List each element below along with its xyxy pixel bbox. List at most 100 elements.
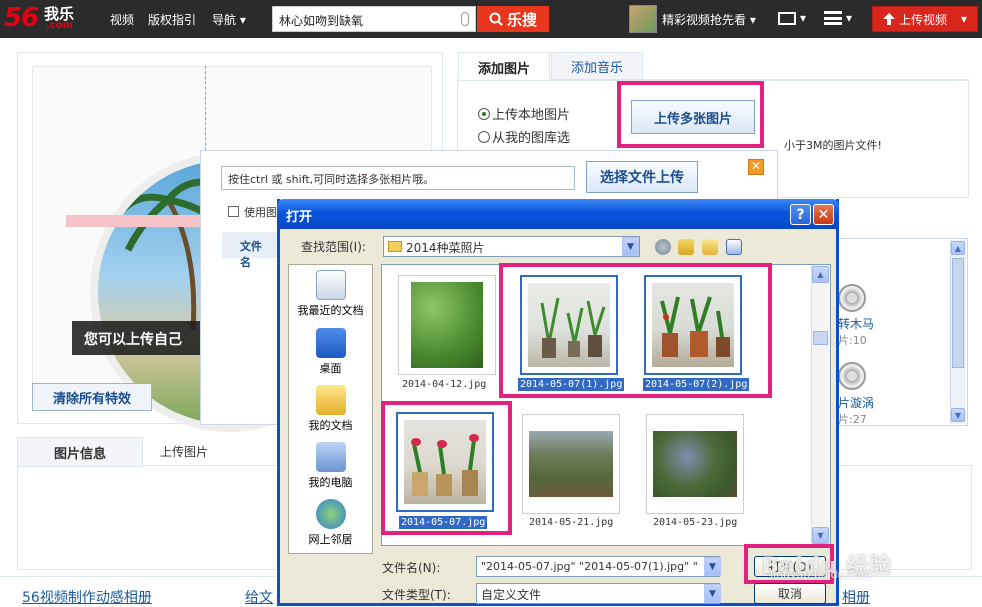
- scroll-down-icon[interactable]: ▼: [951, 408, 965, 422]
- baidu-watermark-url: jingyan.baidu.com: [770, 568, 872, 581]
- effect-label[interactable]: 转木马: [838, 315, 874, 332]
- filetype-label: 文件类型(T):: [382, 588, 451, 602]
- close-button[interactable]: ✕: [813, 204, 834, 225]
- filename-label: 文件名(N):: [382, 561, 441, 575]
- radio-library[interactable]: [478, 131, 490, 143]
- tab-add-music[interactable]: 添加音乐: [551, 52, 643, 80]
- highlight-selected-single: [381, 401, 512, 535]
- scroll-up-icon[interactable]: ▲: [812, 266, 829, 283]
- file-thumbnail[interactable]: [398, 275, 496, 375]
- search-button[interactable]: 乐搜: [477, 6, 549, 32]
- mail-icon[interactable]: [778, 12, 796, 25]
- search-value: 林心如吻到缺氧: [279, 14, 364, 28]
- highlight-selected-pair: [499, 263, 772, 398]
- size-note: 小于3M的图片文件!: [784, 139, 882, 152]
- swirl-effect-icon[interactable]: [838, 362, 866, 390]
- place-network[interactable]: 网上邻居: [288, 499, 373, 547]
- menu-icon[interactable]: [824, 11, 842, 25]
- radio-local-label: 上传本地图片: [492, 108, 571, 123]
- back-icon[interactable]: [655, 239, 671, 255]
- filetype-select[interactable]: 自定义文件: [476, 583, 720, 604]
- search-icon: [489, 12, 503, 26]
- cancel-button[interactable]: 取消: [754, 583, 826, 604]
- upload-hint-field[interactable]: 按住ctrl 或 shift,可同时选择多张相片哦。: [221, 166, 575, 190]
- close-icon[interactable]: ✕: [748, 159, 764, 175]
- place-label: 桌面: [319, 362, 342, 375]
- user-menu[interactable]: 精彩视频抢先看 ▾: [662, 11, 756, 28]
- filename-input[interactable]: "2014-05-07.jpg" "2014-05-07(1).jpg" ": [476, 556, 720, 577]
- search-input[interactable]: 林心如吻到缺氧: [272, 6, 476, 32]
- flowers-photo: [653, 431, 737, 497]
- search-button-label: 乐搜: [506, 10, 537, 29]
- radio-library-label: 从我的图库选: [492, 131, 571, 146]
- place-recent[interactable]: 我最近的文档: [288, 270, 373, 318]
- effects-scrollbar[interactable]: ▲ ▼: [950, 240, 966, 424]
- nav-copyright-guide[interactable]: 版权指引: [148, 11, 196, 28]
- place-my-computer[interactable]: 我的电脑: [288, 442, 373, 490]
- place-label: 我的文档: [308, 419, 353, 432]
- network-globe-icon: [315, 499, 346, 529]
- folder-icon: [388, 241, 402, 252]
- up-folder-icon[interactable]: [678, 239, 694, 255]
- effect-bar: [66, 215, 206, 227]
- upload-multiple-button[interactable]: 上传多张图片: [631, 100, 755, 134]
- clear-effects-button[interactable]: 清除所有特效: [32, 383, 152, 411]
- nav-video[interactable]: 视频: [110, 11, 134, 28]
- documents-folder-icon: [315, 385, 346, 415]
- scroll-thumb[interactable]: [813, 331, 828, 345]
- place-desktop[interactable]: 桌面: [288, 328, 373, 376]
- upload-dropdown-icon[interactable]: ▾: [961, 12, 967, 26]
- file-thumbnail[interactable]: [646, 414, 744, 514]
- dialog-titlebar[interactable]: [277, 199, 839, 229]
- scroll-down-icon[interactable]: ▼: [812, 527, 829, 544]
- nav-navigation[interactable]: 导航 ▾: [212, 11, 246, 28]
- chevron-down-icon[interactable]: ▼: [704, 584, 721, 603]
- garden-photo: [529, 431, 613, 497]
- tab-add-picture[interactable]: 添加图片: [458, 52, 550, 81]
- desktop-icon: [315, 328, 346, 358]
- upload-arrow-icon: [883, 13, 895, 25]
- view-menu-icon[interactable]: [726, 239, 742, 255]
- help-button[interactable]: ?: [790, 204, 811, 225]
- menu-dropdown-icon[interactable]: ▾: [846, 11, 852, 25]
- radio-local-picture[interactable]: [478, 108, 490, 120]
- chevron-down-icon[interactable]: ▼: [704, 557, 721, 576]
- file-name[interactable]: 2014-05-23.jpg: [651, 516, 739, 529]
- bottom-link-2[interactable]: 给文: [245, 587, 273, 607]
- file-name[interactable]: 2014-05-21.jpg: [527, 516, 615, 529]
- use-checkbox[interactable]: [228, 206, 239, 217]
- mail-dropdown-icon[interactable]: ▾: [800, 11, 806, 25]
- use-label: 使用图: [244, 206, 277, 219]
- effect-label[interactable]: 片漩涡: [838, 394, 874, 411]
- scroll-thumb[interactable]: [952, 258, 964, 368]
- microphone-icon[interactable]: [461, 12, 469, 26]
- recent-documents-icon: [315, 270, 346, 300]
- upload-video-button[interactable]: 上传视频 ▾: [872, 6, 978, 32]
- bottom-link-3[interactable]: 相册: [842, 587, 870, 607]
- carousel-effect-icon[interactable]: [838, 284, 866, 312]
- site-logo-domain: .com: [46, 20, 74, 31]
- scroll-up-icon[interactable]: ▲: [951, 241, 965, 255]
- tab-picture-info[interactable]: 图片信息: [17, 437, 143, 467]
- place-my-documents[interactable]: 我的文档: [288, 385, 373, 433]
- file-name[interactable]: 2014-04-12.jpg: [400, 378, 488, 391]
- look-in-label: 查找范围(I):: [301, 240, 366, 254]
- tab-upload-picture[interactable]: 上传图片: [160, 443, 208, 460]
- file-thumbnail[interactable]: [522, 414, 620, 514]
- upload-video-label: 上传视频: [899, 12, 948, 27]
- site-logo[interactable]: 56: [4, 3, 39, 33]
- file-list-scrollbar[interactable]: ▲ ▼: [811, 265, 830, 545]
- place-label: 我最近的文档: [297, 304, 364, 317]
- avatar[interactable]: [629, 5, 657, 33]
- place-label: 网上邻居: [308, 533, 353, 546]
- chevron-down-icon[interactable]: ▼: [622, 237, 639, 256]
- file-column-header: 文件名: [222, 232, 282, 269]
- select-file-upload-button[interactable]: 选择文件上传: [586, 161, 698, 193]
- look-in-value: 2014种菜照片: [406, 241, 485, 255]
- new-folder-icon[interactable]: [702, 239, 718, 255]
- computer-icon: [315, 442, 346, 472]
- look-in-select[interactable]: 2014种菜照片 ▼: [383, 236, 640, 257]
- seedlings-photo: [411, 282, 483, 368]
- bottom-link-album[interactable]: 56视频制作动感相册: [22, 587, 152, 607]
- effect-count: 片:10: [838, 334, 867, 347]
